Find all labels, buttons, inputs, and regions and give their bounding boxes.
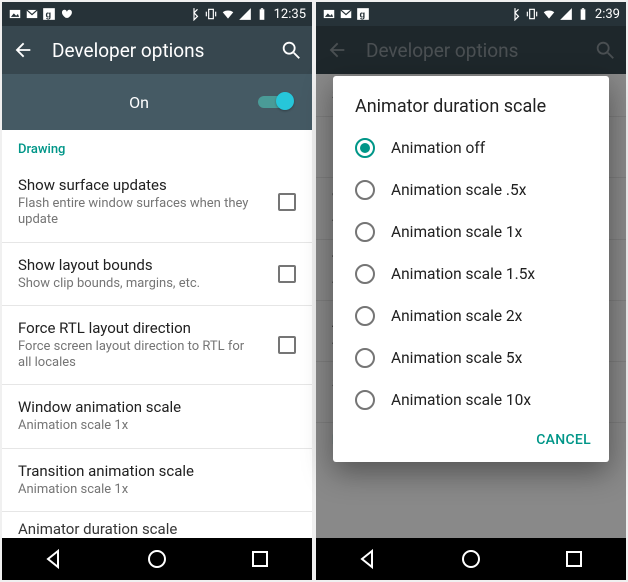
checkbox[interactable] <box>278 265 296 283</box>
phone-right: g 2:39 Developer options S Fl WA TA AA S… <box>316 2 626 580</box>
google-plus-icon: g <box>42 7 56 21</box>
radio-button[interactable] <box>355 390 375 410</box>
checkbox[interactable] <box>278 193 296 211</box>
section-header-drawing: Drawing <box>2 130 312 163</box>
phone-left: g 12:35 Developer options On Drawing Sho… <box>2 2 312 580</box>
battery-icon <box>255 7 269 21</box>
list-item[interactable]: Show layout bounds Show clip bounds, marg… <box>2 243 312 306</box>
nav-recent-icon[interactable] <box>562 547 586 571</box>
list-item-title: Show surface updates <box>18 176 258 194</box>
animator-scale-dialog: Animator duration scale Animation off Ani… <box>333 76 609 462</box>
status-clock: 12:35 <box>274 7 306 22</box>
radio-option[interactable]: Animation scale 2x <box>337 295 605 337</box>
list-item[interactable]: Transition animation scale Animation scal… <box>2 449 312 512</box>
list-item-title: Force RTL layout direction <box>18 319 258 337</box>
list-item-subtitle: Flash entire window surfaces when they u… <box>18 196 258 229</box>
radio-button[interactable] <box>355 138 375 158</box>
list-item[interactable]: Force RTL layout direction Force screen l… <box>2 306 312 386</box>
gallery-icon <box>8 7 22 21</box>
wifi-icon <box>542 7 556 21</box>
radio-label: Animation scale 1.5x <box>391 265 535 283</box>
radio-button[interactable] <box>355 306 375 326</box>
cancel-button[interactable]: CANCEL <box>536 432 591 448</box>
radio-label: Animation off <box>391 139 485 157</box>
radio-option[interactable]: Animation scale .5x <box>337 169 605 211</box>
battery-icon <box>576 7 590 21</box>
status-clock: 2:39 <box>595 7 620 22</box>
dialog-title: Animator duration scale <box>337 96 605 127</box>
status-bar: g 12:35 <box>2 2 312 26</box>
radio-button[interactable] <box>355 180 375 200</box>
list-item-title: Show layout bounds <box>18 256 258 274</box>
heart-icon <box>59 7 73 21</box>
bluetooth-icon <box>508 7 522 21</box>
radio-option[interactable]: Animation scale 5x <box>337 337 605 379</box>
wifi-icon <box>221 7 235 21</box>
list-item-title: Transition animation scale <box>18 462 296 480</box>
vibrate-icon <box>525 7 539 21</box>
bluetooth-icon <box>187 7 201 21</box>
svg-text:g: g <box>46 10 52 20</box>
master-switch-row[interactable]: On <box>2 74 312 130</box>
list-item-subtitle: Show clip bounds, margins, etc. <box>18 276 258 292</box>
nav-back-icon[interactable] <box>42 547 66 571</box>
search-icon[interactable] <box>280 39 302 61</box>
list-item[interactable]: Window animation scale Animation scale 1x <box>2 385 312 448</box>
list-item[interactable]: Show surface updates Flash entire window … <box>2 163 312 243</box>
list-item-subtitle: Animation scale 1x <box>18 418 296 434</box>
gmail-icon <box>339 7 353 21</box>
radio-button[interactable] <box>355 264 375 284</box>
svg-text:g: g <box>360 10 366 20</box>
nav-bar <box>316 538 626 580</box>
settings-list[interactable]: Drawing Show surface updates Flash entire… <box>2 130 312 538</box>
signal-icon <box>238 7 252 21</box>
nav-back-icon[interactable] <box>356 547 380 571</box>
checkbox[interactable] <box>278 336 296 354</box>
back-arrow-icon[interactable] <box>12 39 34 61</box>
radio-option[interactable]: Animation scale 1.5x <box>337 253 605 295</box>
signal-icon <box>559 7 573 21</box>
radio-label: Animation scale 2x <box>391 307 522 325</box>
radio-label: Animation scale 1x <box>391 223 522 241</box>
radio-label: Animation scale 5x <box>391 349 522 367</box>
list-item-subtitle: Force screen layout direction to RTL for… <box>18 339 258 372</box>
radio-option[interactable]: Animation off <box>337 127 605 169</box>
list-item-title: Window animation scale <box>18 398 296 416</box>
nav-bar <box>2 538 312 580</box>
master-switch-label: On <box>20 93 258 112</box>
radio-option[interactable]: Animation scale 10x <box>337 379 605 421</box>
nav-recent-icon[interactable] <box>248 547 272 571</box>
radio-label: Animation scale 10x <box>391 391 531 409</box>
nav-home-icon[interactable] <box>459 547 483 571</box>
gallery-icon <box>322 7 336 21</box>
radio-button[interactable] <box>355 348 375 368</box>
dialog-scrim[interactable]: Animator duration scale Animation off Ani… <box>316 26 626 538</box>
status-bar: g 2:39 <box>316 2 626 26</box>
appbar-title: Developer options <box>52 39 262 62</box>
radio-option[interactable]: Animation scale 1x <box>337 211 605 253</box>
list-item-subtitle: Animation scale 1x <box>18 482 296 498</box>
app-bar: Developer options <box>2 26 312 74</box>
radio-label: Animation scale .5x <box>391 181 526 199</box>
master-switch[interactable] <box>258 92 294 112</box>
radio-button[interactable] <box>355 222 375 242</box>
nav-home-icon[interactable] <box>145 547 169 571</box>
vibrate-icon <box>204 7 218 21</box>
google-plus-icon: g <box>356 7 370 21</box>
list-item-title[interactable]: Animator duration scale <box>2 512 312 538</box>
gmail-icon <box>25 7 39 21</box>
